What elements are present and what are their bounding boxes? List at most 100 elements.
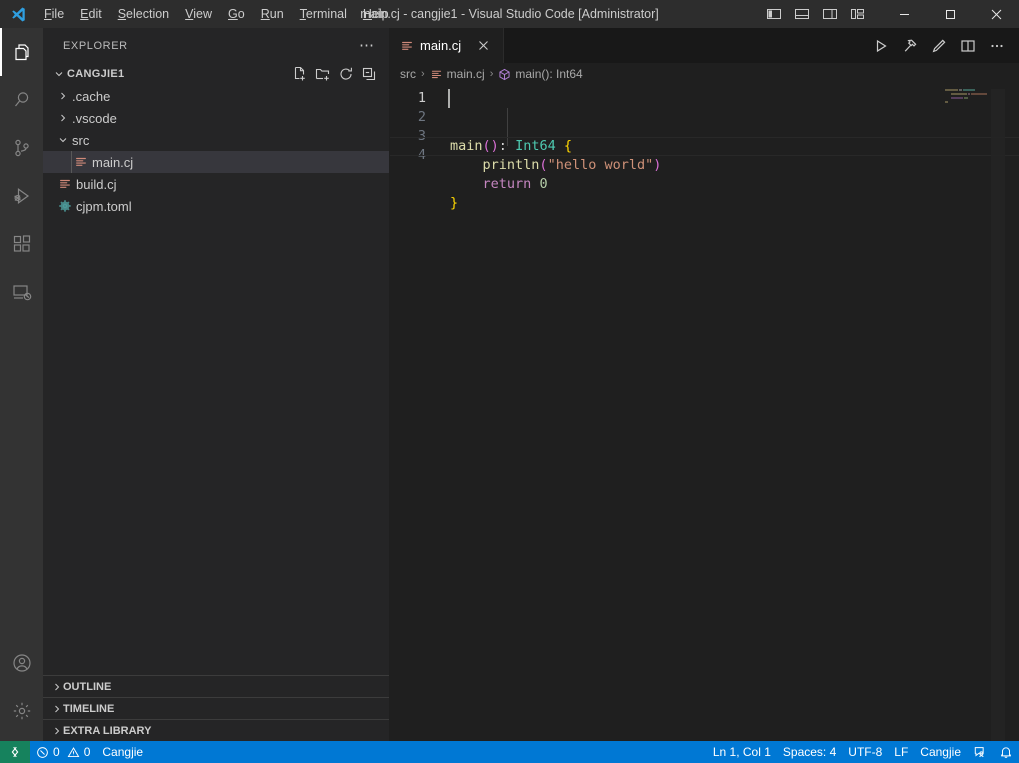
code-line: return 0 [448,175,1019,194]
tree-item-main-cj[interactable]: main.cj [43,151,389,173]
close-button[interactable] [973,0,1019,28]
hammer-icon[interactable] [896,33,924,59]
status-editor-language[interactable]: Cangjie [914,741,967,763]
ellipsis-icon[interactable] [983,33,1011,59]
status-editor-eol[interactable]: LF [888,741,914,763]
menu-bar: File Edit Selection View Go Run Terminal… [36,4,397,25]
warning-triangle-icon [67,746,80,759]
menu-go[interactable]: Go [220,4,253,25]
tree-item-label: build.cj [76,176,117,192]
customize-layout-button[interactable] [845,3,871,25]
explorer-more-actions-icon[interactable]: ⋯ [353,38,381,53]
menu-edit[interactable]: Edit [72,4,110,25]
title-bar-right [761,0,1019,28]
section-extra-library[interactable]: EXTRA LIBRARY [43,719,389,741]
menu-view[interactable]: View [177,4,220,25]
editor-actions [867,33,1019,59]
activity-search[interactable] [0,76,43,124]
chevron-down-icon [55,134,71,146]
toggle-secondary-sidebar-button[interactable] [817,3,843,25]
menu-file[interactable]: File [36,4,72,25]
activity-manage-settings[interactable] [0,687,43,735]
extensions-icon [10,232,34,256]
sidebar-collapsed-sections: OUTLINE TIMELINE EXTRA LIBRARY [43,675,389,741]
new-file-icon[interactable] [290,64,310,84]
breadcrumb-item-symbol[interactable]: main(): Int64 [498,67,583,81]
tree-item-src[interactable]: src [43,129,389,151]
tree-item-build-cj[interactable]: build.cj [43,173,389,195]
code-token: 0 [539,176,548,192]
breadcrumb-item-src[interactable]: src [400,67,416,81]
menu-help[interactable]: Help [355,4,397,25]
files-icon [10,40,34,64]
code-line: main(): Int64 { [390,137,1019,156]
status-editor-indentation[interactable]: Spaces: 4 [777,741,842,763]
code-line: println("hello world") [448,156,1019,175]
tree-item-label: .vscode [72,110,117,126]
tree-item-label: .cache [72,88,111,104]
status-feedback[interactable] [967,741,993,763]
code-token: ( [539,157,548,173]
activity-run-and-debug[interactable] [0,172,43,220]
activity-extensions[interactable] [0,220,43,268]
error-count: 0 [53,745,60,759]
status-editor-position[interactable]: Ln 1, Col 1 [707,741,777,763]
account-icon [10,651,34,675]
breadcrumb-item-file[interactable]: main.cj [430,67,485,81]
code-editor[interactable]: 1 2 3 4 main(): Int64 { println("hello w… [390,85,1019,741]
menu-selection[interactable]: Selection [110,4,177,25]
run-file-button[interactable] [867,33,895,59]
workbench-body: EXPLORER ⋯ CANGJIE1 .cache .vscode src m… [0,28,1019,741]
new-folder-icon[interactable] [313,64,333,84]
split-editor-icon[interactable] [954,33,982,59]
activity-accounts[interactable] [0,639,43,687]
line-number-gutter: 1 2 3 4 [390,85,448,741]
status-notifications[interactable] [993,741,1019,763]
pencil-icon[interactable] [925,33,953,59]
status-editor-encoding[interactable]: UTF-8 [842,741,888,763]
code-token: ) [653,157,662,173]
toggle-panel-button[interactable] [789,3,815,25]
status-language-server[interactable]: Cangjie [96,741,149,763]
menu-terminal[interactable]: Terminal [292,4,355,25]
section-outline[interactable]: OUTLINE [43,675,389,697]
section-label: TIMELINE [63,702,115,715]
code-token: } [450,195,459,211]
activity-bar [0,28,43,741]
menu-run[interactable]: Run [253,4,292,25]
file-tree: .cache .vscode src main.cj build.cj cjpm… [43,85,389,217]
section-label: EXTRA LIBRARY [63,724,152,737]
breadcrumb-separator: › [421,68,425,80]
status-problems[interactable]: 0 0 [30,741,96,763]
tab-bar-filler [504,28,1019,63]
editor-tabs: main.cj [390,28,1019,63]
toml-file-icon [55,199,75,213]
tree-item-vscode[interactable]: .vscode [43,107,389,129]
cangjie-file-icon [71,155,91,169]
collapse-all-icon[interactable] [359,64,379,84]
code-content[interactable]: main(): Int64 { println("hello world") r… [390,85,1019,741]
section-timeline[interactable]: TIMELINE [43,697,389,719]
remote-explorer-icon [10,280,34,304]
activity-bar-top [0,28,43,316]
chevron-right-icon [55,112,71,124]
breadcrumb-label: src [400,67,416,81]
activity-source-control[interactable] [0,124,43,172]
chevron-right-icon [55,90,71,102]
minimize-button[interactable] [881,0,927,28]
activity-explorer[interactable] [0,28,43,76]
refresh-icon[interactable] [336,64,356,84]
toggle-primary-sidebar-button[interactable] [761,3,787,25]
maximize-button[interactable] [927,0,973,28]
activity-remote-explorer[interactable] [0,268,43,316]
tab-main-cj[interactable]: main.cj [390,28,505,63]
tree-item-cjpm-toml[interactable]: cjpm.toml [43,195,389,217]
gear-icon [10,699,34,723]
vscode-logo [0,6,36,23]
status-remote-indicator[interactable] [0,741,30,763]
folder-section-header[interactable]: CANGJIE1 [43,63,389,85]
close-icon[interactable] [473,36,493,56]
tree-item-cache[interactable]: .cache [43,85,389,107]
breadcrumb: src › main.cj › main(): Int64 [390,63,1019,85]
